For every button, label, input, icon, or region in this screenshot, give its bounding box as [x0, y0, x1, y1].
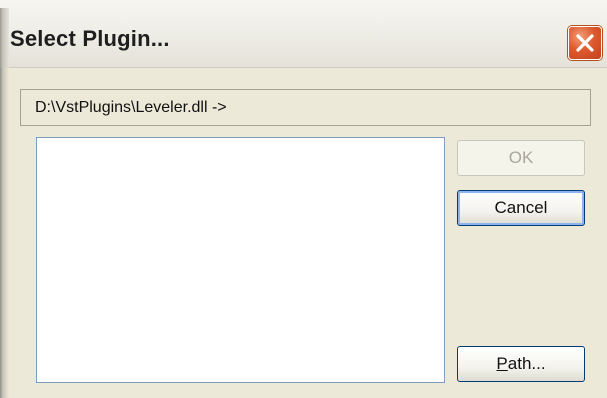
plugin-listbox[interactable] [36, 137, 445, 383]
path-button-mnemonic: P [496, 354, 508, 373]
close-button[interactable] [568, 26, 602, 60]
window-title: Select Plugin... [10, 26, 170, 51]
select-plugin-dialog: Select Plugin... D:\VstPlugins\Leveler.d… [0, 0, 607, 398]
window-frame-left-client [0, 68, 9, 398]
plugin-path-field: D:\VstPlugins\Leveler.dll -> [20, 89, 591, 126]
dialog-client-area: D:\VstPlugins\Leveler.dll -> OK Cancel P… [0, 68, 607, 398]
window-frame-left [0, 8, 9, 68]
close-icon [576, 34, 594, 52]
ok-button[interactable]: OK [457, 140, 585, 176]
cancel-button[interactable]: Cancel [457, 190, 585, 226]
path-button[interactable]: Path... [457, 346, 585, 382]
path-button-label: ath... [507, 354, 546, 373]
plugin-path-text: D:\VstPlugins\Leveler.dll -> [35, 99, 227, 116]
title-bar[interactable]: Select Plugin... [0, 0, 607, 68]
